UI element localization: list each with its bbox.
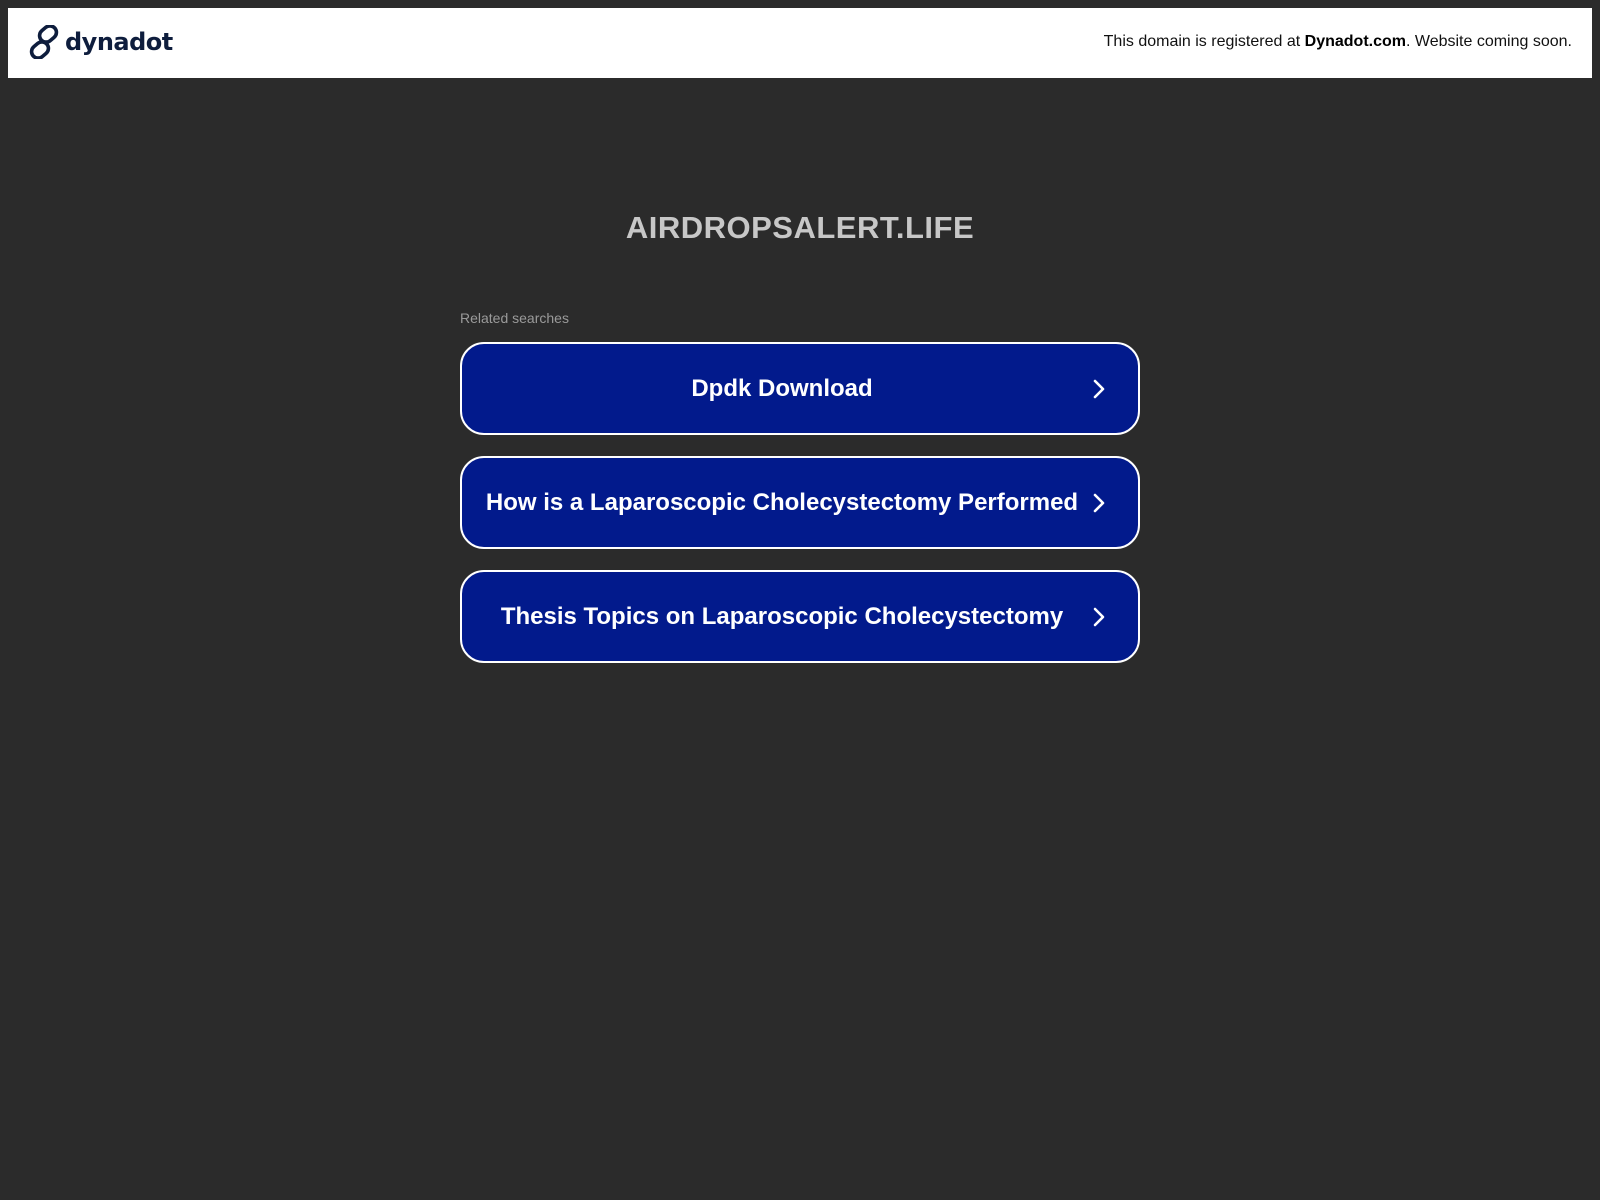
search-link-label: Thesis Topics on Laparoscopic Cholecyste… <box>500 602 1064 630</box>
chain-link-icon <box>28 24 60 60</box>
registration-notice: This domain is registered at Dynadot.com… <box>1104 33 1572 51</box>
chevron-right-icon <box>1093 607 1105 626</box>
notice-suffix: . Website coming soon. <box>1405 33 1572 50</box>
search-link-label: Dpdk Download <box>691 374 873 402</box>
dynadot-logo[interactable]: dynadot <box>28 24 173 60</box>
chevron-right-icon <box>1093 379 1105 398</box>
search-link-dpdk-download[interactable]: Dpdk Download <box>460 342 1140 435</box>
notice-prefix: This domain is registered at <box>1103 33 1305 50</box>
domain-title: AIRDROPSALERT.LIFE <box>625 210 975 245</box>
search-link-thesis-topics[interactable]: Thesis Topics on Laparoscopic Cholecyste… <box>460 570 1140 663</box>
chevron-right-icon <box>1093 493 1105 512</box>
logo-text: dynadot <box>65 28 173 56</box>
related-searches-list: Dpdk Download How is a Laparoscopic Chol… <box>460 342 1140 684</box>
top-banner: dynadot This domain is registered at Dyn… <box>8 8 1592 78</box>
registrar-link[interactable]: Dynadot.com <box>1305 33 1406 50</box>
search-link-laparoscopic-cholecystectomy-performed[interactable]: How is a Laparoscopic Cholecystectomy Pe… <box>460 456 1140 549</box>
related-searches-label: Related searches <box>460 310 569 326</box>
search-link-label: How is a Laparoscopic Cholecystectomy Pe… <box>485 488 1079 516</box>
